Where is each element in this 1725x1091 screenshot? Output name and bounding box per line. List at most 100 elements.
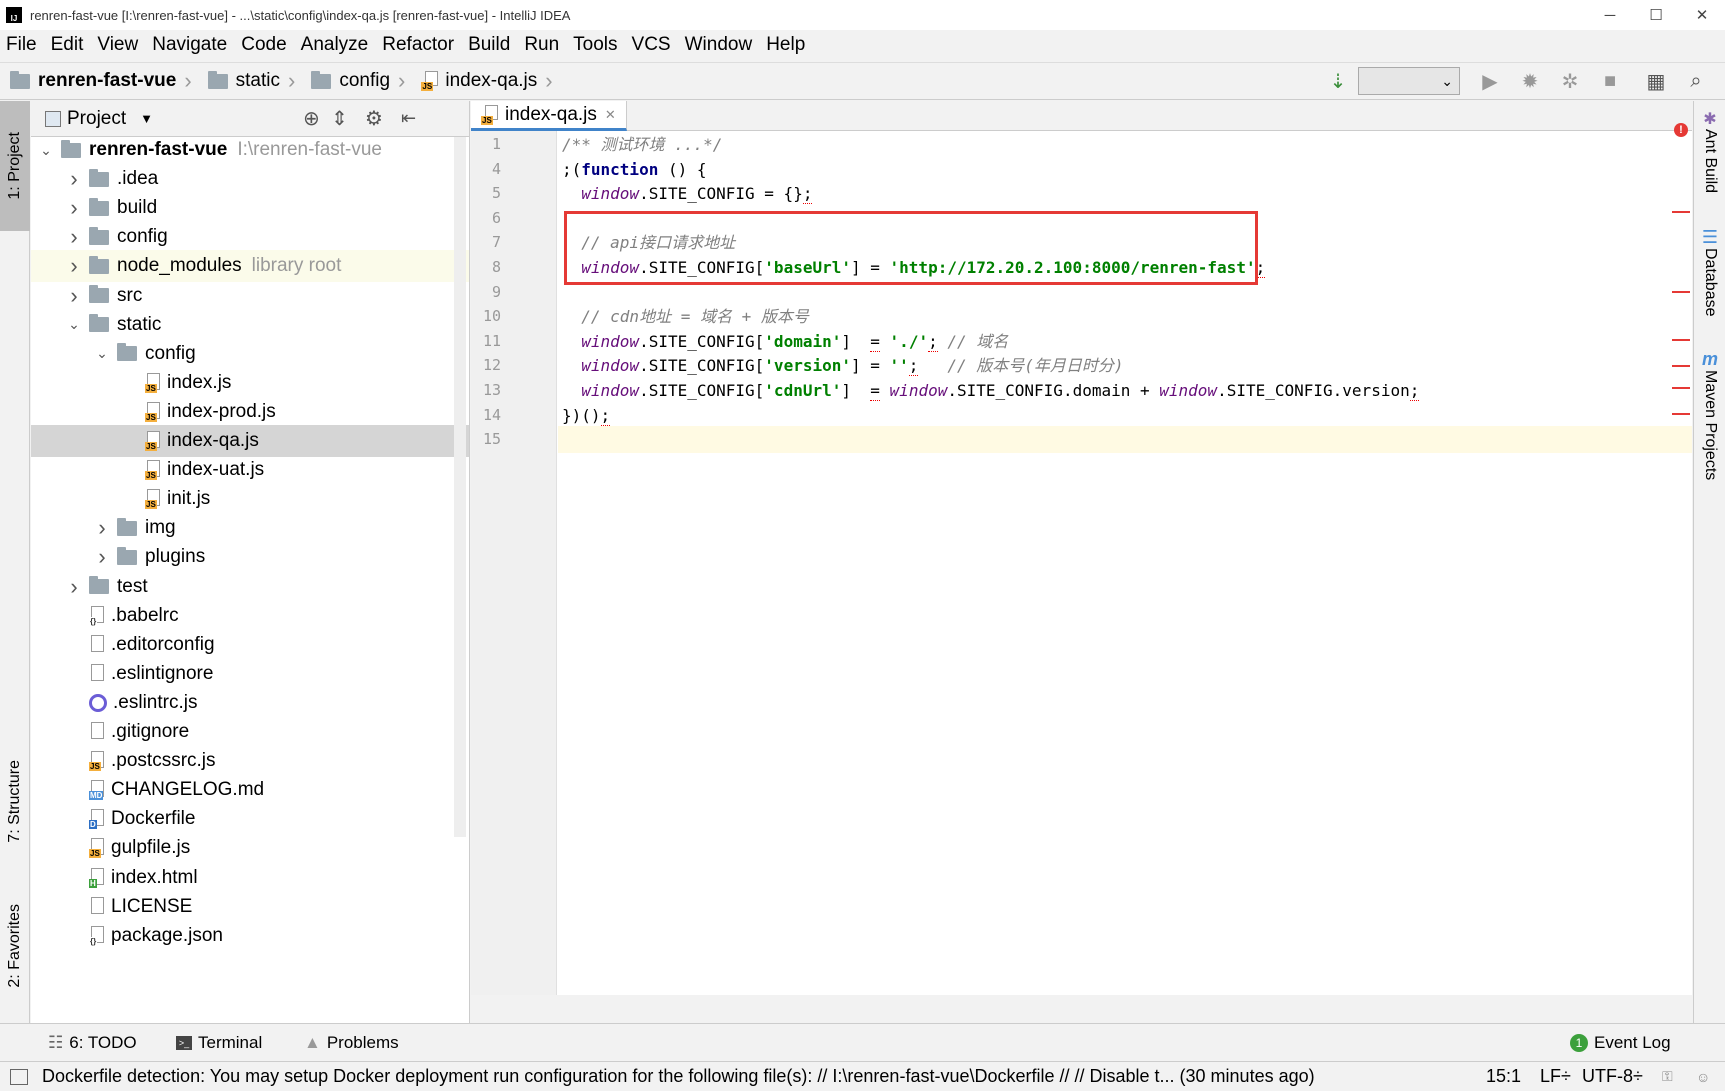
menu-tools[interactable]: Tools bbox=[567, 34, 625, 56]
tree-item[interactable]: JS index-uat.js bbox=[31, 454, 469, 486]
collapsed-arrow-icon[interactable]: › bbox=[65, 253, 83, 279]
line-separator[interactable]: LF÷ bbox=[1540, 1066, 1571, 1087]
close-button[interactable]: ✕ bbox=[1679, 0, 1725, 30]
tree-item[interactable]: › src bbox=[31, 280, 469, 312]
tab-structure[interactable]: 7: Structure bbox=[0, 741, 30, 861]
tab-index-qa-js[interactable]: JS index-qa.js ✕ bbox=[471, 101, 627, 131]
tree-item[interactable]: .eslintignore bbox=[31, 658, 469, 690]
tree-item[interactable]: › .idea bbox=[31, 163, 469, 195]
tree-item[interactable]: › node_modules library root bbox=[31, 250, 469, 283]
collapsed-arrow-icon[interactable]: › bbox=[65, 166, 83, 192]
tree-item[interactable]: › img bbox=[31, 512, 469, 544]
menu-code[interactable]: Code bbox=[235, 34, 294, 56]
menu-help[interactable]: Help bbox=[760, 34, 813, 56]
tab-terminal[interactable]: >_ Terminal bbox=[176, 1033, 262, 1053]
collapsed-arrow-icon[interactable]: › bbox=[65, 224, 83, 250]
code-line[interactable]: // cdn地址 = 域名 + 版本号 bbox=[558, 303, 1692, 330]
error-marker[interactable] bbox=[1672, 387, 1690, 389]
breadcrumb-project[interactable]: renren-fast-vue › bbox=[0, 62, 198, 100]
tree-item[interactable]: Hindex.html bbox=[31, 862, 469, 894]
caret-position[interactable]: 15:1 bbox=[1486, 1066, 1521, 1087]
code-line[interactable]: window.SITE_CONFIG['domain'] = './'; // … bbox=[558, 328, 1692, 355]
tree-item[interactable]: .eslintrc.js bbox=[31, 687, 469, 719]
menu-edit[interactable]: Edit bbox=[45, 34, 92, 56]
tab-event-log[interactable]: 1 Event Log bbox=[1570, 1033, 1671, 1053]
error-marker[interactable] bbox=[1672, 339, 1690, 341]
project-panel-title[interactable]: Project bbox=[67, 108, 126, 130]
menu-navigate[interactable]: Navigate bbox=[146, 34, 235, 56]
tree-item[interactable]: ⌄ config bbox=[31, 338, 469, 370]
tab-problems[interactable]: ▲ Problems bbox=[304, 1033, 399, 1053]
hide-panel-icon[interactable]: ⇤ bbox=[401, 108, 416, 129]
tab-todo[interactable]: ☷ 6: TODO bbox=[48, 1033, 137, 1053]
code-line[interactable] bbox=[558, 426, 1692, 454]
code-line[interactable]: /** 测试环境 ...*/ bbox=[558, 131, 1692, 158]
menu-view[interactable]: View bbox=[91, 34, 146, 56]
menu-run[interactable]: Run bbox=[518, 34, 567, 56]
tree-item[interactable]: .editorconfig bbox=[31, 629, 469, 661]
menu-refactor[interactable]: Refactor bbox=[376, 34, 462, 56]
tree-item[interactable]: JS index-prod.js bbox=[31, 396, 469, 428]
expanded-arrow-icon[interactable]: ⌄ bbox=[37, 142, 55, 159]
tree-item[interactable]: JS index.js bbox=[31, 367, 469, 399]
run-icon[interactable]: ▶ bbox=[1476, 67, 1504, 95]
tree-item[interactable]: JS gulpfile.js bbox=[31, 832, 469, 864]
close-icon[interactable]: ✕ bbox=[605, 107, 616, 123]
tree-item[interactable]: MD CHANGELOG.md bbox=[31, 774, 469, 806]
code-line[interactable]: window.SITE_CONFIG = {}; bbox=[558, 180, 1692, 207]
locate-icon[interactable]: ⊕ bbox=[303, 106, 320, 131]
tab-project[interactable]: 1: Project bbox=[0, 101, 30, 231]
tab-favorites[interactable]: 2: Favorites bbox=[0, 881, 30, 1011]
tree-item[interactable]: {} .babelrc bbox=[31, 600, 469, 632]
status-message[interactable]: Dockerfile detection: You may setup Dock… bbox=[42, 1066, 1315, 1087]
menu-build[interactable]: Build bbox=[462, 34, 518, 56]
breadcrumb-file[interactable]: JS index-qa.js › bbox=[411, 62, 558, 100]
toggle-tool-windows-icon[interactable] bbox=[10, 1068, 28, 1085]
collapsed-arrow-icon[interactable]: › bbox=[65, 195, 83, 221]
file-encoding[interactable]: UTF-8÷ bbox=[1582, 1066, 1643, 1087]
maximize-button[interactable]: ☐ bbox=[1633, 0, 1679, 30]
collapsed-arrow-icon[interactable]: › bbox=[93, 544, 111, 570]
tree-item[interactable]: .gitignore bbox=[31, 716, 469, 748]
menu-window[interactable]: Window bbox=[679, 34, 761, 56]
vcs-update-icon[interactable]: ⇣ bbox=[1324, 67, 1352, 95]
tab-ant-build[interactable]: ✱ Ant Build bbox=[1694, 109, 1725, 193]
error-marker[interactable] bbox=[1672, 291, 1690, 293]
tree-item[interactable]: › build bbox=[31, 192, 469, 224]
search-icon[interactable]: ⌕ bbox=[1682, 67, 1710, 95]
minimize-button[interactable]: ─ bbox=[1587, 0, 1633, 30]
error-marker[interactable] bbox=[1672, 211, 1690, 213]
tree-item[interactable]: JS index-qa.js bbox=[31, 425, 469, 457]
expanded-arrow-icon[interactable]: ⌄ bbox=[93, 345, 111, 362]
stop-icon[interactable]: ■ bbox=[1596, 67, 1624, 95]
gear-icon[interactable]: ⚙ bbox=[365, 106, 383, 131]
tree-item[interactable]: D Dockerfile bbox=[31, 803, 469, 835]
tree-item[interactable]: ⌄ static bbox=[31, 309, 469, 341]
menu-vcs[interactable]: VCS bbox=[626, 34, 679, 56]
tree-item[interactable]: › config bbox=[31, 221, 469, 253]
error-marker[interactable] bbox=[1672, 413, 1690, 415]
run-configuration-select[interactable]: ⌄ bbox=[1358, 67, 1460, 95]
tab-maven-projects[interactable]: m Maven Projects bbox=[1694, 349, 1725, 480]
code-line[interactable]: window.SITE_CONFIG['version'] = ''; // 版… bbox=[558, 352, 1692, 379]
tree-item[interactable]: › test bbox=[31, 571, 469, 603]
inspector-icon[interactable]: ☺ bbox=[1696, 1069, 1710, 1085]
tree-item[interactable]: › plugins bbox=[31, 541, 469, 573]
menu-file[interactable]: File bbox=[0, 34, 45, 56]
lock-icon[interactable]: ⚿ bbox=[1662, 1068, 1673, 1085]
coverage-icon[interactable]: ✲ bbox=[1556, 67, 1584, 95]
breadcrumb-static[interactable]: static › bbox=[198, 62, 302, 100]
breadcrumb-config[interactable]: config › bbox=[301, 62, 411, 100]
error-marker[interactable] bbox=[1672, 365, 1690, 367]
code-line[interactable]: window.SITE_CONFIG['cdnUrl'] = window.SI… bbox=[558, 377, 1692, 404]
code-line[interactable]: ;(function () { bbox=[558, 156, 1692, 183]
collapsed-arrow-icon[interactable]: › bbox=[65, 283, 83, 309]
tree-item[interactable]: {} package.json bbox=[31, 920, 469, 952]
chevron-down-icon[interactable]: ▼ bbox=[140, 111, 153, 126]
collapsed-arrow-icon[interactable]: › bbox=[93, 515, 111, 541]
expanded-arrow-icon[interactable]: ⌄ bbox=[65, 316, 83, 333]
tree-item[interactable]: JS init.js bbox=[31, 483, 469, 515]
collapse-all-icon[interactable]: ⇕ bbox=[331, 106, 348, 131]
menu-analyze[interactable]: Analyze bbox=[295, 34, 377, 56]
tree-item[interactable]: ⌄ renren-fast-vue I:\renren-fast-vue bbox=[31, 134, 469, 166]
